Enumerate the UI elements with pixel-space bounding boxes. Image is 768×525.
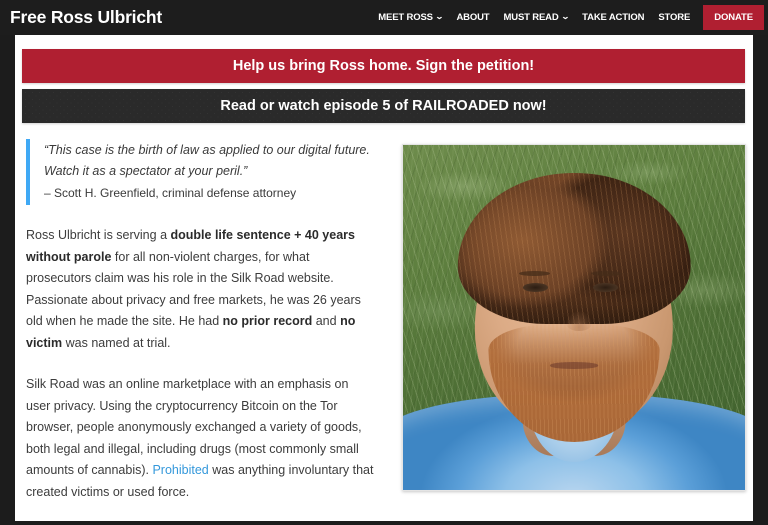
nav-item-label: MEET ROSS [378,12,433,23]
nav-item-about[interactable]: ABOUT [449,0,496,35]
nav-item-label: MUST READ [503,12,559,23]
para1-part3: and [312,314,341,328]
page-root: Free Ross Ulbricht MEET ROSS ⌄ ABOUT MUS… [0,0,768,525]
nav-item-must-read[interactable]: MUST READ ⌄ [496,0,575,35]
pull-quote: “This case is the birth of law as applie… [26,139,378,205]
page-body: Help us bring Ross home. Sign the petiti… [15,35,753,521]
main-navigation: MEET ROSS ⌄ ABOUT MUST READ ⌄ TAKE ACTIO… [371,0,768,35]
petition-banner[interactable]: Help us bring Ross home. Sign the petiti… [22,49,745,83]
chevron-down-icon: ⌄ [560,11,570,21]
paragraph-sentence: Ross Ulbricht is serving a double life s… [26,225,374,354]
nav-item-label: TAKE ACTION [582,12,645,23]
paragraph-silk-road: Silk Road was an online marketplace with… [26,374,374,503]
photo-column [402,144,746,491]
nav-item-label: ABOUT [456,12,490,23]
para1-part4: was named at trial. [62,335,171,350]
site-brand[interactable]: Free Ross Ulbricht [10,7,162,28]
nav-item-store[interactable]: STORE [651,0,697,35]
photo-eye-left [522,283,549,292]
prohibited-link[interactable]: Prohibited [152,463,208,477]
chevron-down-icon: ⌄ [434,11,444,21]
photo-eye-right [592,283,619,292]
nav-item-take-action[interactable]: TAKE ACTION [575,0,651,35]
ross-ulbricht-photo [402,144,746,491]
quote-attribution: – Scott H. Greenfield, criminal defense … [44,186,297,200]
para2-part1: Silk Road was an online marketplace with… [26,377,362,477]
nav-item-meet-ross[interactable]: MEET ROSS ⌄ [371,0,449,35]
text-column: “This case is the birth of law as applie… [22,139,378,521]
para1-bold-no-prior-record: no prior record [222,314,313,328]
railroaded-banner[interactable]: Read or watch episode 5 of RAILROADED no… [22,89,745,123]
site-header: Free Ross Ulbricht MEET ROSS ⌄ ABOUT MUS… [0,0,768,35]
quote-line-1: “This case is the birth of law as applie… [44,143,370,157]
quote-line-2: Watch it as a spectator at your peril.” [44,164,248,178]
donate-button[interactable]: DONATE [703,5,764,30]
para1-part1: Ross Ulbricht is serving a [26,228,171,242]
nav-item-label: STORE [658,12,691,23]
